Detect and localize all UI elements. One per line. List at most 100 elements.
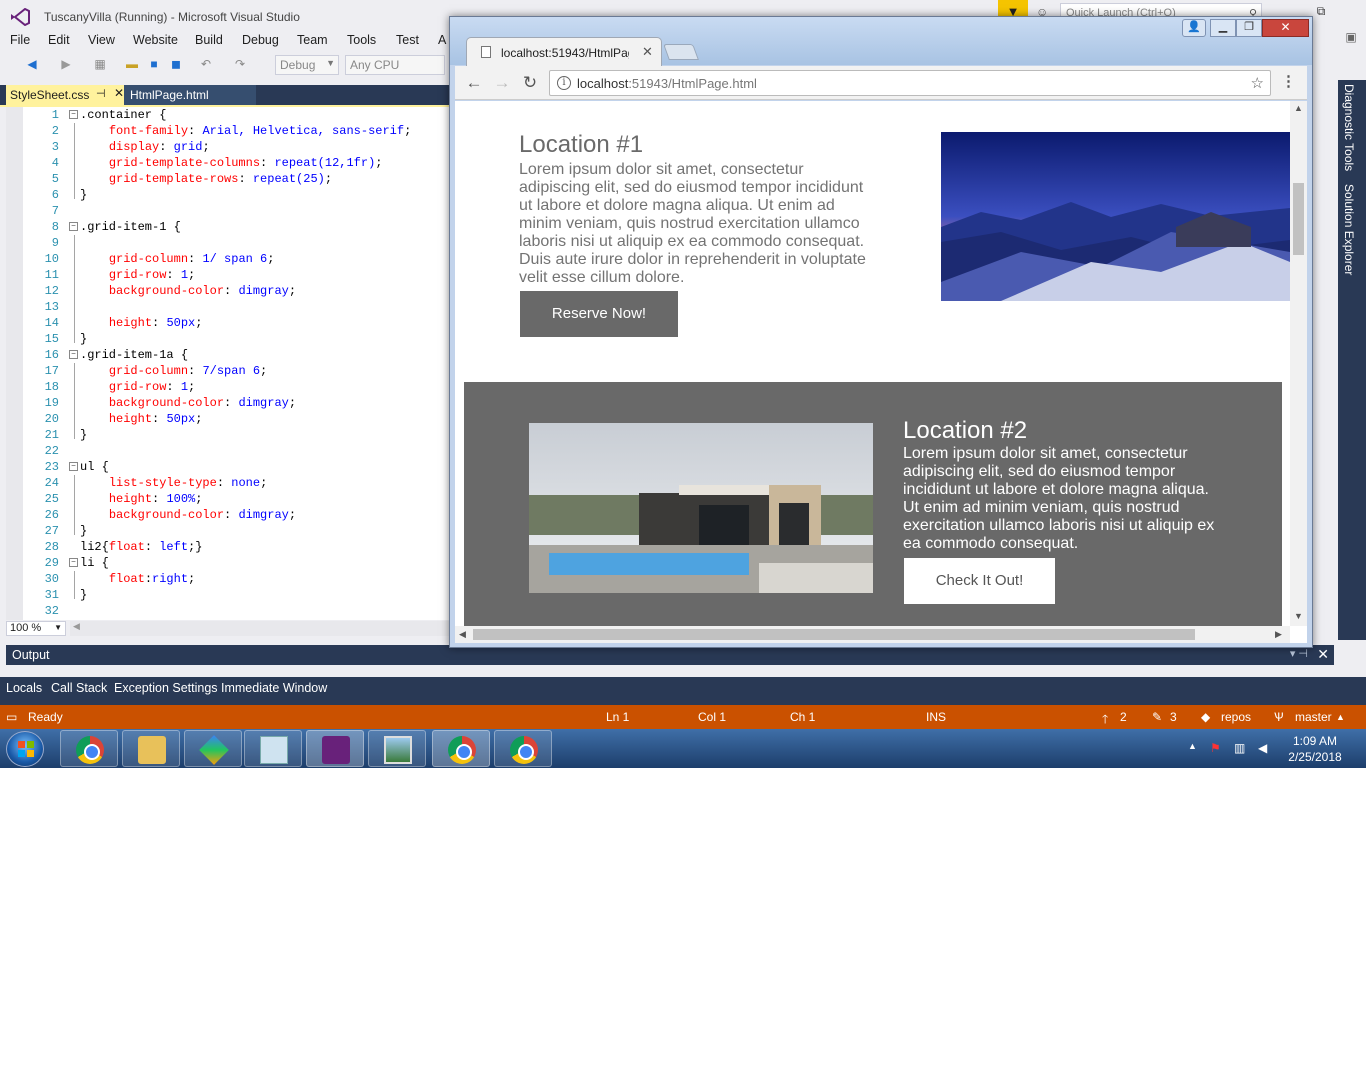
collapse-icon[interactable]: − <box>69 558 78 567</box>
code-line[interactable]: 24 list-style-type: none; <box>23 475 450 491</box>
code-line[interactable]: 2 font-family: Arial, Helvetica, sans-se… <box>23 123 450 139</box>
collapse-icon[interactable]: − <box>69 110 78 119</box>
scroll-thumb[interactable] <box>473 629 1195 640</box>
status-pending-changes[interactable]: 3 <box>1170 710 1177 724</box>
taskbar-notepad-button[interactable] <box>244 730 302 767</box>
minimize-button[interactable]: ▁ <box>1210 19 1236 37</box>
code-line[interactable]: 11 grid-row: 1; <box>23 267 450 283</box>
collapse-icon[interactable]: − <box>69 222 78 231</box>
restore-button[interactable]: ❐ <box>1236 19 1262 37</box>
reload-icon[interactable]: ↻ <box>519 72 541 94</box>
close-window-button[interactable]: ✕ <box>1262 19 1309 37</box>
maximize-icon[interactable]: ⧉ <box>1310 4 1332 24</box>
code-line[interactable]: 9 <box>23 235 450 251</box>
redo-icon[interactable]: ↷ <box>232 56 248 72</box>
taskbar-file-explorer-button[interactable] <box>122 730 180 767</box>
code-line[interactable]: 19 background-color: dimgray; <box>23 395 450 411</box>
tab-diagnostic-tools[interactable]: Diagnostic Tools <box>1342 84 1356 171</box>
code-line[interactable]: 20 height: 50px; <box>23 411 450 427</box>
code-line[interactable]: 12 background-color: dimgray; <box>23 283 450 299</box>
code-line[interactable]: 10 grid-column: 1/ span 6; <box>23 251 450 267</box>
code-line[interactable]: 26 background-color: dimgray; <box>23 507 450 523</box>
address-bar[interactable]: i localhost:51943/HtmlPage.html ☆ <box>549 70 1271 96</box>
show-hidden-icons-icon[interactable]: ▲ <box>1188 741 1197 751</box>
code-line[interactable]: 30 float:right; <box>23 571 450 587</box>
new-project-icon[interactable]: ▦ <box>92 56 108 72</box>
action-center-icon[interactable]: ⚑ <box>1210 741 1221 755</box>
code-line[interactable]: 25 height: 100%; <box>23 491 450 507</box>
code-line[interactable]: 28 li2{float: left;} <box>23 539 450 555</box>
tab-solution-explorer[interactable]: Solution Explorer <box>1342 184 1356 275</box>
system-clock[interactable]: 1:09 AM 2/25/2018 <box>1284 733 1346 765</box>
scroll-up-icon[interactable]: ▲ <box>1294 103 1303 113</box>
scroll-thumb[interactable] <box>1293 183 1304 255</box>
menu-view[interactable]: View <box>88 33 115 47</box>
menu-debug[interactable]: Debug <box>242 33 279 47</box>
code-line[interactable]: 32 <box>23 603 450 619</box>
code-line[interactable]: 31} <box>23 587 450 603</box>
save-all-icon[interactable]: ◼ <box>168 56 184 72</box>
platform-select[interactable]: Any CPU <box>345 55 445 75</box>
code-line[interactable]: 29 − li { <box>23 555 450 571</box>
menu-tools[interactable]: Tools <box>347 33 376 47</box>
menu-file[interactable]: File <box>10 33 30 47</box>
reserve-now-button[interactable]: Reserve Now! <box>520 291 678 337</box>
code-editor[interactable]: 1− .container {2 font-family: Arial, Helv… <box>6 107 450 620</box>
code-line[interactable]: 4 grid-template-columns: repeat(12,1fr); <box>23 155 450 171</box>
close-icon[interactable]: ✕ <box>642 44 653 60</box>
back-arrow-icon[interactable]: ← <box>463 72 485 94</box>
open-folder-icon[interactable]: ▬ <box>124 56 140 72</box>
menu-build[interactable]: Build <box>195 33 223 47</box>
taskbar-chrome-button[interactable] <box>494 730 552 767</box>
info-icon[interactable]: i <box>557 76 571 90</box>
tab-stylesheet-css[interactable]: StyleSheet.css ⊣ ✕ <box>6 85 124 105</box>
taskbar-chrome-button[interactable] <box>432 730 490 767</box>
code-line[interactable]: 16 − .grid-item-1a { <box>23 347 450 363</box>
forward-arrow-icon[interactable]: → <box>491 72 513 94</box>
tab-immediate-window[interactable]: Immediate Window <box>221 681 327 695</box>
tab-locals[interactable]: Locals <box>6 681 42 695</box>
scroll-right-icon[interactable]: ▶ <box>1275 629 1282 640</box>
start-button[interactable] <box>6 731 44 767</box>
taskbar-visual-studio-button[interactable] <box>306 730 364 767</box>
status-branch[interactable]: master <box>1295 710 1332 724</box>
collapse-icon[interactable]: − <box>69 350 78 359</box>
pin-icon[interactable]: ▾ ⊣ <box>1290 647 1308 660</box>
scroll-down-icon[interactable]: ▼ <box>1294 611 1303 621</box>
code-line[interactable]: 27} <box>23 523 450 539</box>
taskbar-chrome-button[interactable] <box>60 730 118 767</box>
code-line[interactable]: 1 − .container { <box>23 107 450 123</box>
menu-analyze[interactable]: A <box>438 33 446 47</box>
code-line[interactable]: 8 − .grid-item-1 { <box>23 219 450 235</box>
back-icon[interactable]: ◀ <box>24 56 40 72</box>
configuration-select[interactable]: Debug ▼ <box>275 55 339 75</box>
save-icon[interactable]: ■ <box>146 56 162 72</box>
volume-icon[interactable]: ◀ <box>1258 741 1267 755</box>
tab-htmlpage-html[interactable]: HtmlPage.html <box>124 85 256 105</box>
code-line[interactable]: 22 <box>23 443 450 459</box>
undo-icon[interactable]: ↶ <box>198 56 214 72</box>
new-tab-button[interactable] <box>663 44 699 60</box>
code-line[interactable]: 21} <box>23 427 450 443</box>
menu-website[interactable]: Website <box>133 33 178 47</box>
code-line[interactable]: 23 − ul { <box>23 459 450 475</box>
code-line[interactable]: 5 grid-template-rows: repeat(25); <box>23 171 450 187</box>
chevron-up-icon[interactable]: ▲ <box>1336 712 1345 722</box>
user-profile-icon[interactable]: 👤 <box>1182 19 1206 37</box>
code-line[interactable]: 18 grid-row: 1; <box>23 379 450 395</box>
status-repository[interactable]: repos <box>1221 710 1251 724</box>
code-line[interactable]: 13 <box>23 299 450 315</box>
code-line[interactable]: 6} <box>23 187 450 203</box>
editor-horizontal-scrollbar[interactable]: ◀ <box>70 621 450 636</box>
collapse-icon[interactable]: − <box>69 462 78 471</box>
check-it-out-button[interactable]: Check It Out! <box>904 558 1055 604</box>
tab-call-stack[interactable]: Call Stack <box>51 681 107 695</box>
scroll-left-icon[interactable]: ◀ <box>459 629 466 640</box>
code-line[interactable]: 17 grid-column: 7/span 6; <box>23 363 450 379</box>
page-vertical-scrollbar[interactable]: ▲ ▼ <box>1290 101 1307 626</box>
browser-tab[interactable]: localhost:51943/HtmlPage.html ✕ <box>466 37 662 67</box>
tab-exception-settings[interactable]: Exception Settings <box>114 681 218 695</box>
taskbar-app-button[interactable] <box>184 730 242 767</box>
close-icon[interactable]: ✕ <box>1317 646 1329 663</box>
menu-edit[interactable]: Edit <box>48 33 70 47</box>
